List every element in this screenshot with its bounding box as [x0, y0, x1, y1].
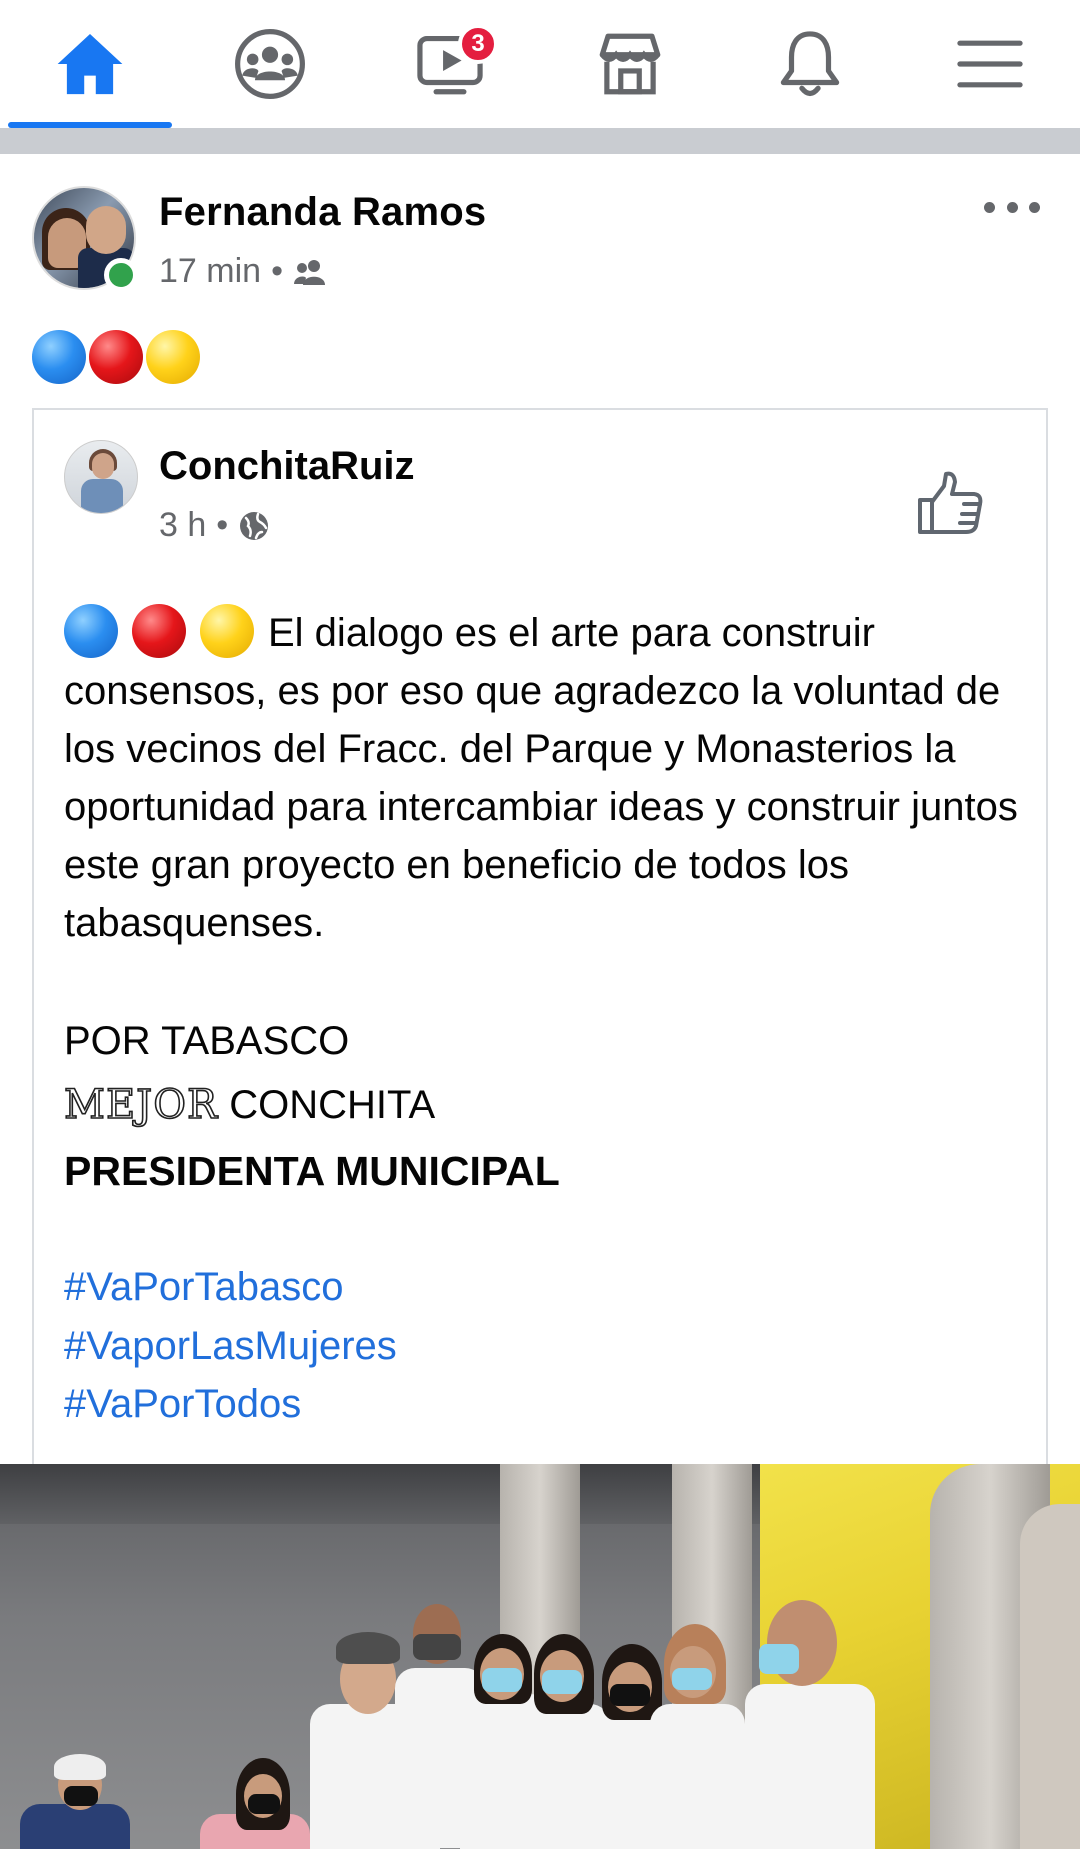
slogan-line-2: MEJOR CONCHITA [63, 1076, 436, 1134]
bell-icon [780, 31, 840, 97]
shared-post-text: El dialogo es el arte para construir con… [64, 611, 1018, 945]
post-timestamp[interactable]: 17 min [159, 252, 261, 291]
shared-post-body: El dialogo es el arte para construir con… [64, 604, 1024, 952]
groups-icon [235, 29, 305, 99]
meta-separator: • [216, 506, 229, 544]
post-author-name[interactable]: Fernanda Ramos [159, 190, 486, 235]
nav-marketplace-tab[interactable] [540, 0, 720, 128]
nav-home-tab[interactable] [0, 0, 180, 128]
blue-circle-emoji [32, 330, 86, 384]
like-thumb-icon[interactable] [914, 468, 986, 540]
nav-groups-tab[interactable] [180, 0, 360, 128]
nav-watch-tab[interactable]: 3 [360, 0, 540, 128]
post-meta: 17 min • [159, 252, 327, 291]
nav-menu-tab[interactable] [900, 0, 1080, 128]
shared-post-meta: 3 h • [159, 506, 270, 545]
shared-post-timestamp[interactable]: 3 h [159, 506, 206, 545]
shared-author-name[interactable]: ConchitaRuiz [159, 444, 415, 489]
red-circle-emoji [132, 604, 186, 658]
watch-notification-badge: 3 [458, 24, 498, 64]
nav-notifications-tab[interactable] [720, 0, 900, 128]
shared-author-avatar[interactable] [64, 440, 138, 514]
yellow-circle-emoji [200, 604, 254, 658]
shared-post-photo[interactable] [0, 1464, 1080, 1849]
friends-icon [293, 259, 325, 285]
yellow-circle-emoji [146, 330, 200, 384]
red-circle-emoji [89, 330, 143, 384]
hashtag-link[interactable]: #VaPorTabasco [64, 1258, 343, 1316]
hashtag-link[interactable]: #VaporLasMujeres [64, 1317, 397, 1375]
marketplace-store-icon [599, 33, 661, 95]
meta-separator: • [271, 252, 283, 290]
top-navigation-bar: 3 [0, 0, 1080, 128]
slogan-outline-word: MEJOR [63, 1081, 219, 1129]
slogan-line-1: POR TABASCO [64, 1019, 350, 1063]
hamburger-menu-icon [957, 40, 1023, 88]
post-options-button[interactable] [984, 190, 1040, 224]
slogan-line-3: PRESIDENTA MUNICIPAL [64, 1148, 560, 1194]
post-emoji-circles [32, 330, 200, 384]
blue-circle-emoji [64, 604, 118, 658]
globe-icon [240, 511, 269, 540]
online-status-indicator [104, 258, 138, 292]
feed-divider [0, 128, 1080, 154]
hashtag-link[interactable]: #VaPorTodos [64, 1375, 301, 1433]
slogan-line-2-rest: CONCHITA [218, 1083, 436, 1127]
home-icon [57, 33, 123, 95]
